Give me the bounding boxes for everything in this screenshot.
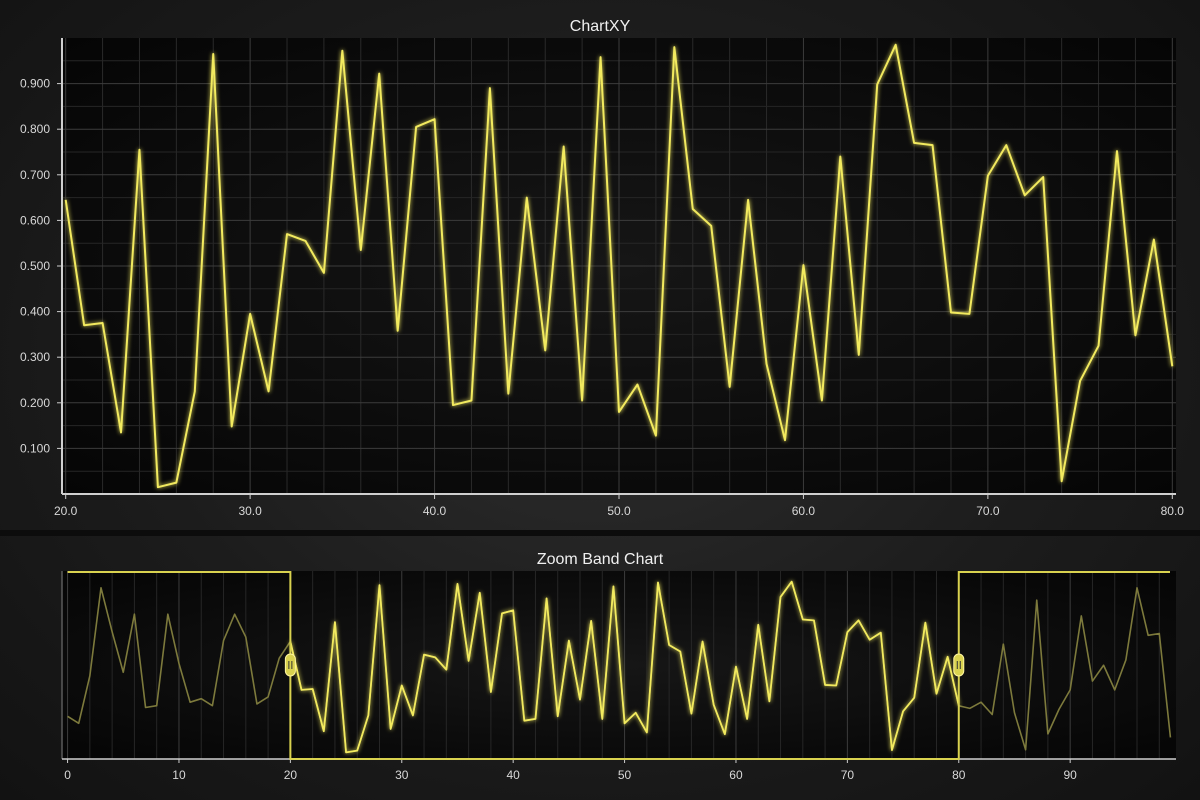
main-y-tick-label: 0.500 bbox=[20, 259, 50, 273]
charts-canvas: ChartXY 20.0 30.0 40.0 50.0 60.0 70.0 80.0 0.10… bbox=[0, 18, 1200, 782]
main-grid bbox=[62, 38, 1176, 494]
main-x-tick-label: 80.0 bbox=[1161, 504, 1185, 518]
zoom-x-tick-label: 60 bbox=[729, 768, 743, 782]
handle-grip[interactable] bbox=[953, 653, 965, 677]
zoom-x-tick-label: 0 bbox=[64, 768, 71, 782]
zoom-tick-labels: 0 10 20 30 40 50 60 70 80 90 bbox=[64, 768, 1077, 782]
zoom-x-tick-label: 30 bbox=[395, 768, 409, 782]
handle-grip[interactable] bbox=[284, 653, 296, 677]
zoom-x-tick-label: 50 bbox=[618, 768, 632, 782]
zoom-x-tick-label: 70 bbox=[841, 768, 855, 782]
main-y-tick-label: 0.200 bbox=[20, 396, 50, 410]
main-x-tick-label: 60.0 bbox=[792, 504, 816, 518]
main-y-tick-label: 0.100 bbox=[20, 441, 50, 455]
zoom-chart-title: Zoom Band Chart bbox=[537, 551, 664, 568]
chart-dashboard: ChartXY 20.0 30.0 40.0 50.0 60.0 70.0 80.0 0.10… bbox=[0, 0, 1200, 800]
main-x-tick-label: 50.0 bbox=[607, 504, 631, 518]
zoom-x-tick-label: 10 bbox=[172, 768, 186, 782]
panel-separator bbox=[0, 530, 1200, 536]
main-chart-title: ChartXY bbox=[570, 18, 631, 35]
main-y-tick-label: 0.400 bbox=[20, 305, 50, 319]
zoom-x-tick-label: 40 bbox=[506, 768, 520, 782]
main-x-tick-label: 30.0 bbox=[238, 504, 262, 518]
zoom-x-tick-label: 90 bbox=[1063, 768, 1077, 782]
zoom-band-chart: Zoom Band Chart 0 10 20 30 40 50 60 70 80 90 bbox=[61, 551, 1176, 782]
main-y-tick-label: 0.300 bbox=[20, 350, 50, 364]
main-y-tick-label: 0.800 bbox=[20, 122, 50, 136]
main-x-tick-label: 40.0 bbox=[423, 504, 447, 518]
main-y-tick-label: 0.900 bbox=[20, 77, 50, 91]
main-y-tick-label: 0.700 bbox=[20, 168, 50, 182]
zoom-x-tick-label: 80 bbox=[952, 768, 966, 782]
zoom-band-right-handle[interactable] bbox=[953, 653, 965, 677]
main-x-tick-label: 70.0 bbox=[976, 504, 1000, 518]
main-chart: ChartXY 20.0 30.0 40.0 50.0 60.0 70.0 80.0 0.10… bbox=[20, 18, 1184, 518]
zoom-band-left-handle[interactable] bbox=[284, 653, 296, 677]
main-y-tick-label: 0.600 bbox=[20, 213, 50, 227]
zoom-x-tick-label: 20 bbox=[284, 768, 298, 782]
main-x-tick-label: 20.0 bbox=[54, 504, 78, 518]
